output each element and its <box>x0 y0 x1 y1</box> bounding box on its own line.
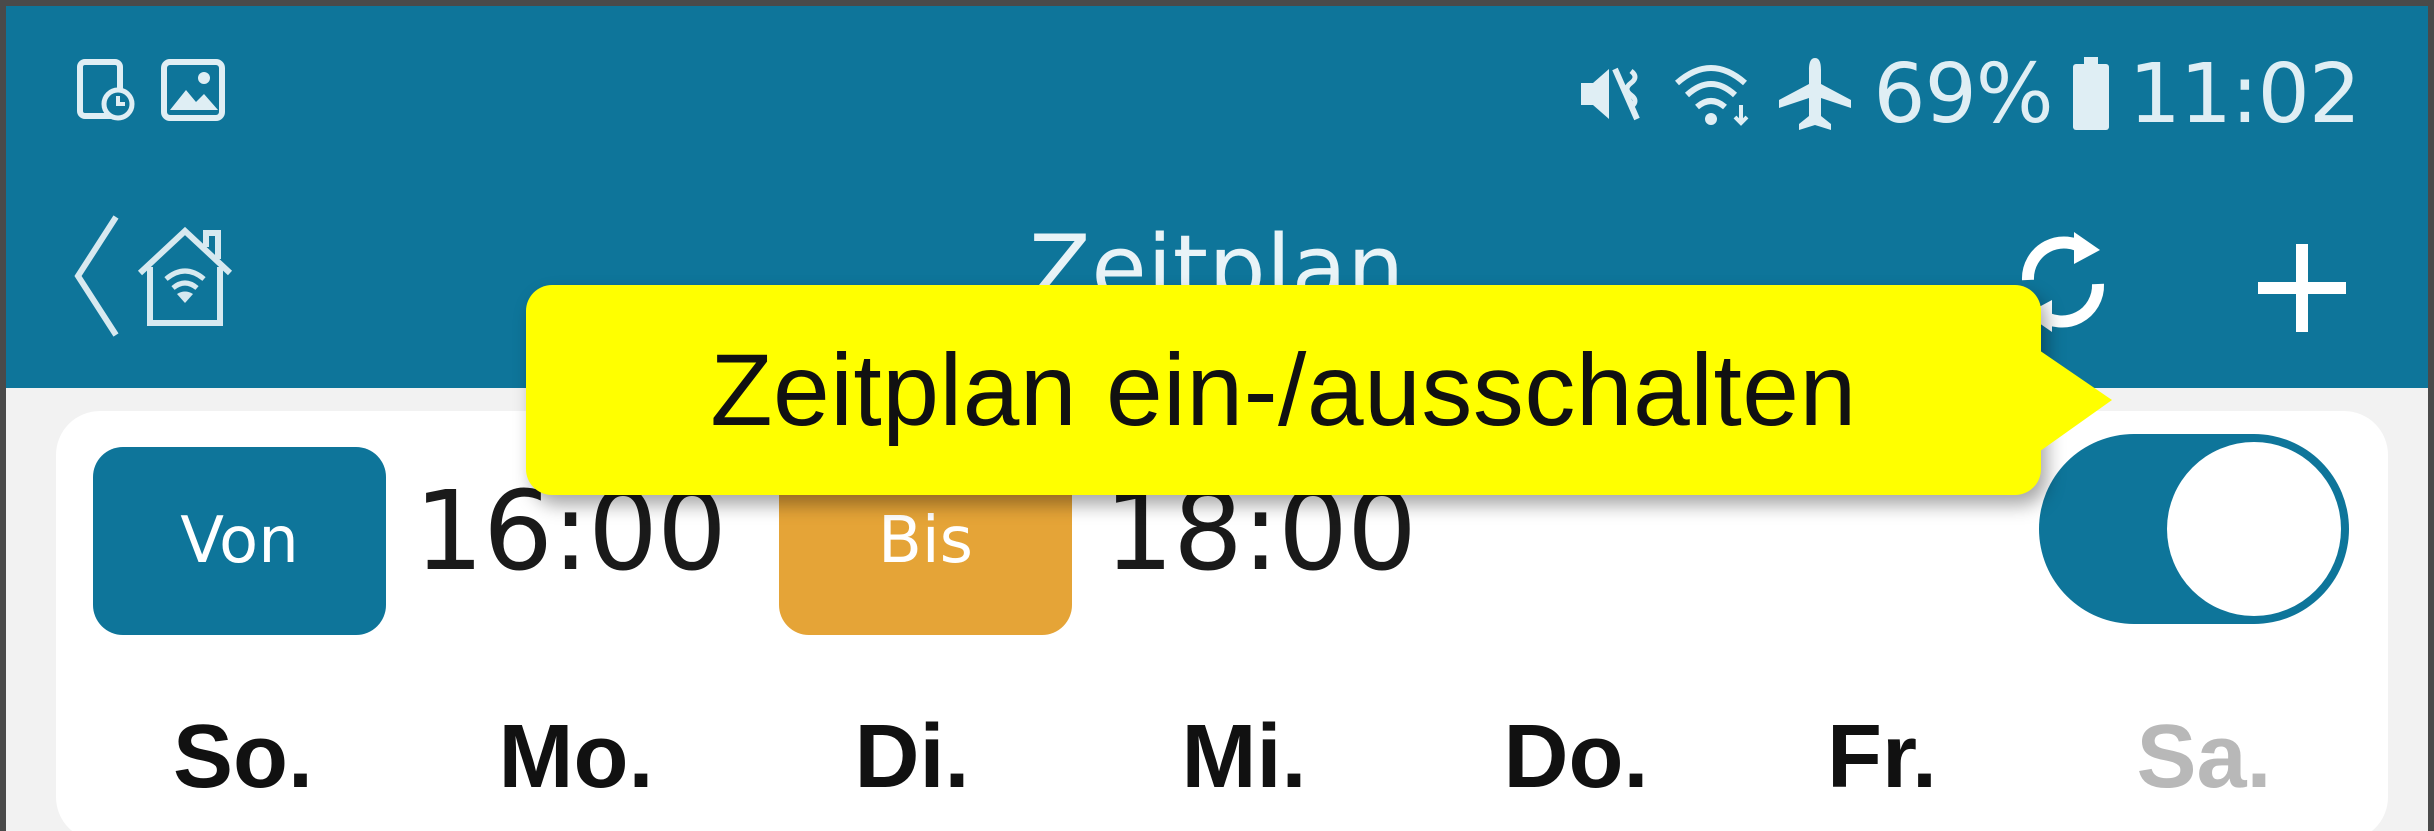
wifi-icon <box>1671 59 1757 129</box>
toggle-knob <box>2167 442 2341 616</box>
vibrate-mute-icon <box>1575 61 1653 127</box>
day-saturday[interactable]: Sa. <box>2136 706 2271 809</box>
day-sunday[interactable]: So. <box>173 706 313 809</box>
day-friday[interactable]: Fr. <box>1827 706 1937 809</box>
screenshot-icon <box>74 58 138 122</box>
status-bar-left <box>74 58 226 122</box>
callout-text: Zeitplan ein-/ausschalten <box>710 332 1857 447</box>
day-tuesday[interactable]: Di. <box>854 706 969 809</box>
airplane-icon <box>1775 56 1855 132</box>
callout-pointer-icon <box>2036 348 2116 458</box>
day-thursday[interactable]: Do. <box>1504 706 1649 809</box>
tooltip-callout: Zeitplan ein-/ausschalten <box>526 285 2041 495</box>
battery-percent: 69% <box>1873 46 2053 142</box>
app-screen: 69% 11:02 Zeitplan Von 16:00 Bis 18:00 S… <box>0 0 2434 831</box>
from-label: Von <box>93 447 386 635</box>
status-bar-right: 69% 11:02 <box>1575 44 2361 144</box>
weekday-row: So. Mo. Di. Mi. Do. Fr. Sa. <box>6 706 2428 816</box>
gallery-icon <box>160 58 226 122</box>
add-icon[interactable] <box>2254 240 2350 336</box>
status-time: 11:02 <box>2128 46 2361 142</box>
battery-icon <box>2071 57 2111 131</box>
day-wednesday[interactable]: Mi. <box>1182 706 1307 809</box>
day-monday[interactable]: Mo. <box>499 706 654 809</box>
schedule-enable-toggle[interactable] <box>2039 434 2349 624</box>
